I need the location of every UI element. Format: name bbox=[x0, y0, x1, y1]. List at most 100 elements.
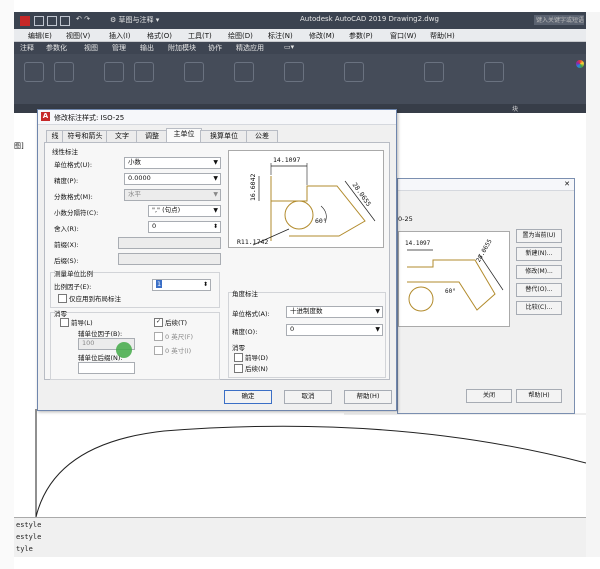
open-file-icon[interactable] bbox=[47, 16, 57, 26]
title-bar: ↶ ↷ ⚙ 草图与注释 ▾ Autodesk AutoCAD 2019 Draw… bbox=[14, 12, 586, 29]
menu-item[interactable]: 视图(V) bbox=[66, 31, 90, 41]
outer-margin bbox=[0, 0, 14, 569]
menu-item[interactable]: 修改(M) bbox=[309, 31, 335, 41]
ribbon-tab[interactable]: 输出 bbox=[140, 43, 154, 53]
angular-unit-label: 单位格式(A): bbox=[232, 310, 270, 318]
leading-zero-checkbox[interactable] bbox=[60, 318, 69, 327]
close-icon[interactable]: ✕ bbox=[564, 180, 570, 188]
menu-item[interactable]: 窗口(W) bbox=[390, 31, 416, 41]
tab-primary-units[interactable]: 主单位 bbox=[166, 128, 202, 143]
new-style-button[interactable]: 新建(N)... bbox=[516, 247, 562, 261]
menu-item[interactable]: 参数(P) bbox=[349, 31, 373, 41]
undo-icon[interactable]: ↶ ↷ bbox=[76, 15, 90, 23]
help-button[interactable]: 帮助(H) bbox=[516, 389, 562, 403]
decimal-separator-select[interactable]: "," (句点) ▼ bbox=[148, 205, 221, 217]
menu-item[interactable]: 格式(O) bbox=[147, 31, 172, 41]
angular-precision-label: 精度(O): bbox=[232, 328, 258, 336]
menu-item[interactable]: 工具(T) bbox=[188, 31, 212, 41]
angular-unit-select[interactable]: 十进制度数 ▼ bbox=[286, 306, 383, 318]
preview-dim-angle: 60° bbox=[445, 288, 456, 295]
ribbon-toggle-icon[interactable]: ▭▾ bbox=[284, 43, 294, 51]
ribbon-tab[interactable]: 管理 bbox=[112, 43, 126, 53]
zero-inches-checkbox[interactable] bbox=[154, 346, 163, 355]
round-off-input[interactable]: 0 ⬍ bbox=[148, 221, 221, 233]
close-button[interactable]: 关闭 bbox=[466, 389, 512, 403]
dimension-tool-icon[interactable] bbox=[284, 62, 304, 82]
fraction-format-label: 分数格式(M): bbox=[54, 193, 93, 201]
fraction-format-value: 水平 bbox=[128, 190, 141, 198]
round-off-label: 舍入(R): bbox=[54, 225, 79, 233]
ribbon-tab[interactable]: 视图 bbox=[84, 43, 98, 53]
ribbon-tab[interactable]: 注释 bbox=[20, 43, 34, 53]
insert-block-icon[interactable] bbox=[424, 62, 444, 82]
app-logo-icon[interactable] bbox=[20, 16, 30, 26]
precision-select[interactable]: 0.0000 ▼ bbox=[124, 173, 221, 185]
spinner-icon: ⬍ bbox=[212, 223, 218, 230]
command-line: estyle bbox=[16, 533, 42, 541]
preview-dim-left: 16.6042 bbox=[249, 173, 257, 201]
unit-format-select[interactable]: 小数 ▼ bbox=[124, 157, 221, 169]
workspace-selector[interactable]: ⚙ 草图与注释 ▾ bbox=[110, 15, 159, 25]
scale-factor-input[interactable]: 1 ⬍ bbox=[152, 279, 211, 291]
chevron-down-icon: ▼ bbox=[375, 326, 380, 333]
chevron-down-icon: ▼ bbox=[213, 175, 218, 182]
angular-trailing-checkbox[interactable] bbox=[234, 364, 243, 373]
modify-style-button[interactable]: 修改(M)... bbox=[516, 265, 562, 279]
layout-only-checkbox[interactable] bbox=[58, 294, 67, 303]
preview-dim-top: 14.1097 bbox=[405, 240, 431, 247]
compare-style-button[interactable]: 比较(C)... bbox=[516, 301, 562, 315]
ribbon-tab[interactable]: 精选应用 bbox=[236, 43, 264, 53]
round-off-value: 0 bbox=[152, 222, 157, 230]
prefix-label: 前缀(X): bbox=[54, 241, 79, 249]
menu-item[interactable]: 绘图(D) bbox=[228, 31, 253, 41]
preview-dim-radius: R11.1742 bbox=[237, 238, 269, 246]
save-icon[interactable] bbox=[60, 16, 70, 26]
override-style-button[interactable]: 替代(O)... bbox=[516, 283, 562, 297]
rotate-tool-icon[interactable] bbox=[134, 62, 154, 82]
menu-item[interactable]: 编辑(E) bbox=[28, 31, 52, 41]
precision-value: 0.0000 bbox=[128, 174, 151, 182]
unit-format-label: 单位格式(U): bbox=[54, 161, 93, 169]
decimal-separator-value: "," (句点) bbox=[152, 206, 181, 214]
fraction-format-select[interactable]: 水平 ▼ bbox=[124, 189, 221, 201]
ribbon-tab[interactable]: 附加模块 bbox=[168, 43, 196, 53]
trailing-zero-checkbox[interactable]: ✓ bbox=[154, 318, 163, 327]
text-tool-icon[interactable] bbox=[234, 62, 254, 82]
ok-button[interactable]: 确定 bbox=[224, 390, 272, 404]
angular-zero-title: 消零 bbox=[232, 344, 245, 352]
angular-section-title: 角度标注 bbox=[232, 288, 258, 298]
properties-icon[interactable] bbox=[484, 62, 504, 82]
sub-unit-factor-label: 辅单位因子(B): bbox=[78, 330, 123, 338]
command-line: estyle bbox=[16, 521, 42, 529]
linear-section-title: 线性标注 bbox=[52, 148, 78, 156]
move-tool-icon[interactable] bbox=[104, 62, 124, 82]
layer-properties-icon[interactable] bbox=[344, 62, 364, 82]
zero-feet-checkbox[interactable] bbox=[154, 332, 163, 341]
ribbon-tab[interactable]: 参数化 bbox=[46, 43, 67, 53]
suffix-input[interactable] bbox=[118, 253, 221, 265]
cancel-button[interactable]: 取消 bbox=[284, 390, 332, 404]
search-input[interactable]: 键入关键字或短语 bbox=[534, 15, 584, 25]
line-tool-icon[interactable] bbox=[24, 62, 44, 82]
menu-item[interactable]: 插入(I) bbox=[109, 31, 131, 41]
set-current-button[interactable]: 置为当前(U) bbox=[516, 229, 562, 243]
color-wheel-icon[interactable] bbox=[576, 60, 584, 68]
menu-item[interactable]: 帮助(H) bbox=[430, 31, 455, 41]
prefix-input[interactable] bbox=[118, 237, 221, 249]
angular-leading-checkbox[interactable] bbox=[234, 353, 243, 362]
help-button[interactable]: 帮助(H) bbox=[344, 390, 392, 404]
angular-precision-select[interactable]: 0 ▼ bbox=[286, 324, 383, 336]
precision-label: 精度(P): bbox=[54, 177, 79, 185]
chevron-down-icon: ▼ bbox=[213, 191, 218, 198]
sub-unit-suffix-input[interactable] bbox=[78, 362, 135, 374]
block-panel-label: 块 bbox=[512, 106, 519, 113]
new-file-icon[interactable] bbox=[34, 16, 44, 26]
polyline-tool-icon[interactable] bbox=[54, 62, 74, 82]
trim-tool-icon[interactable] bbox=[184, 62, 204, 82]
angular-unit-value: 十进制度数 bbox=[290, 307, 323, 315]
window-title: Autodesk AutoCAD 2019 Drawing2.dwg bbox=[300, 15, 439, 23]
ribbon-tab[interactable]: 协作 bbox=[208, 43, 222, 53]
spinner-icon: ⬍ bbox=[202, 281, 208, 288]
ribbon-panel bbox=[14, 54, 586, 110]
menu-item[interactable]: 标注(N) bbox=[268, 31, 293, 41]
